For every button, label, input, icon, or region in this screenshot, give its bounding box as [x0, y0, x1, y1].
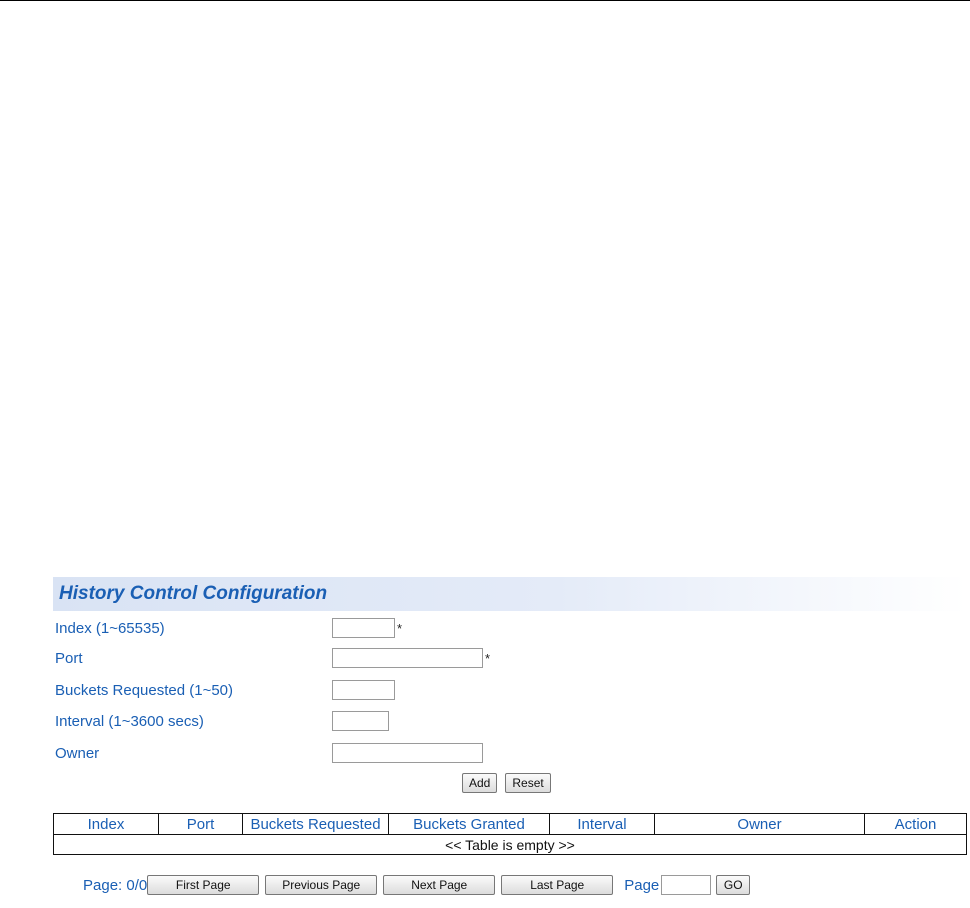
- buckets-requested-label: Buckets Requested (1~50): [55, 681, 234, 699]
- column-header-index: Index: [53, 813, 159, 835]
- index-row: Index (1~65535) *: [53, 616, 653, 640]
- panel-title: History Control Configuration: [59, 583, 328, 604]
- index-required-mark: *: [397, 620, 403, 636]
- index-label: Index (1~65535): [55, 619, 165, 637]
- goto-page-label: Page: [624, 876, 660, 894]
- index-input[interactable]: [332, 618, 395, 638]
- column-header-port: Port: [158, 813, 243, 835]
- pagination: Page: 0/0 First Page Previous Page Next …: [83, 873, 756, 897]
- interval-input[interactable]: [332, 711, 389, 731]
- history-control-table: Index Port Buckets Requested Buckets Gra…: [53, 813, 967, 855]
- history-control-panel: History Control Configuration Index (1~6…: [53, 577, 967, 895]
- go-button[interactable]: GO: [716, 875, 751, 895]
- panel-header: History Control Configuration: [53, 577, 967, 611]
- column-header-action: Action: [864, 813, 967, 835]
- column-header-owner: Owner: [654, 813, 865, 835]
- buckets-requested-input[interactable]: [332, 680, 395, 700]
- owner-label: Owner: [55, 744, 100, 762]
- table-empty-message: << Table is empty >>: [53, 834, 967, 855]
- table-header-row: Index Port Buckets Requested Buckets Gra…: [53, 813, 967, 835]
- goto-page-input[interactable]: [661, 875, 712, 895]
- add-button[interactable]: Add: [462, 773, 498, 793]
- column-header-buckets-requested: Buckets Requested: [242, 813, 389, 835]
- port-label: Port: [55, 649, 83, 667]
- page-info: Page: 0/0: [83, 876, 148, 894]
- table-row: << Table is empty >>: [53, 834, 967, 855]
- first-page-button[interactable]: First Page: [147, 875, 260, 895]
- port-row: Port *: [53, 646, 653, 670]
- buckets-requested-row: Buckets Requested (1~50): [53, 678, 653, 702]
- reset-button[interactable]: Reset: [505, 773, 551, 793]
- interval-row: Interval (1~3600 secs): [53, 709, 653, 733]
- owner-input[interactable]: [332, 743, 483, 763]
- port-required-mark: *: [485, 650, 491, 666]
- column-header-buckets-granted: Buckets Granted: [388, 813, 550, 835]
- port-input[interactable]: [332, 648, 483, 668]
- top-divider: [0, 0, 970, 1]
- interval-label: Interval (1~3600 secs): [55, 712, 204, 730]
- next-page-button[interactable]: Next Page: [383, 875, 496, 895]
- previous-page-button[interactable]: Previous Page: [265, 875, 378, 895]
- last-page-button[interactable]: Last Page: [501, 875, 614, 895]
- form-actions: Add Reset: [462, 773, 551, 793]
- column-header-interval: Interval: [549, 813, 655, 835]
- owner-row: Owner: [53, 741, 653, 765]
